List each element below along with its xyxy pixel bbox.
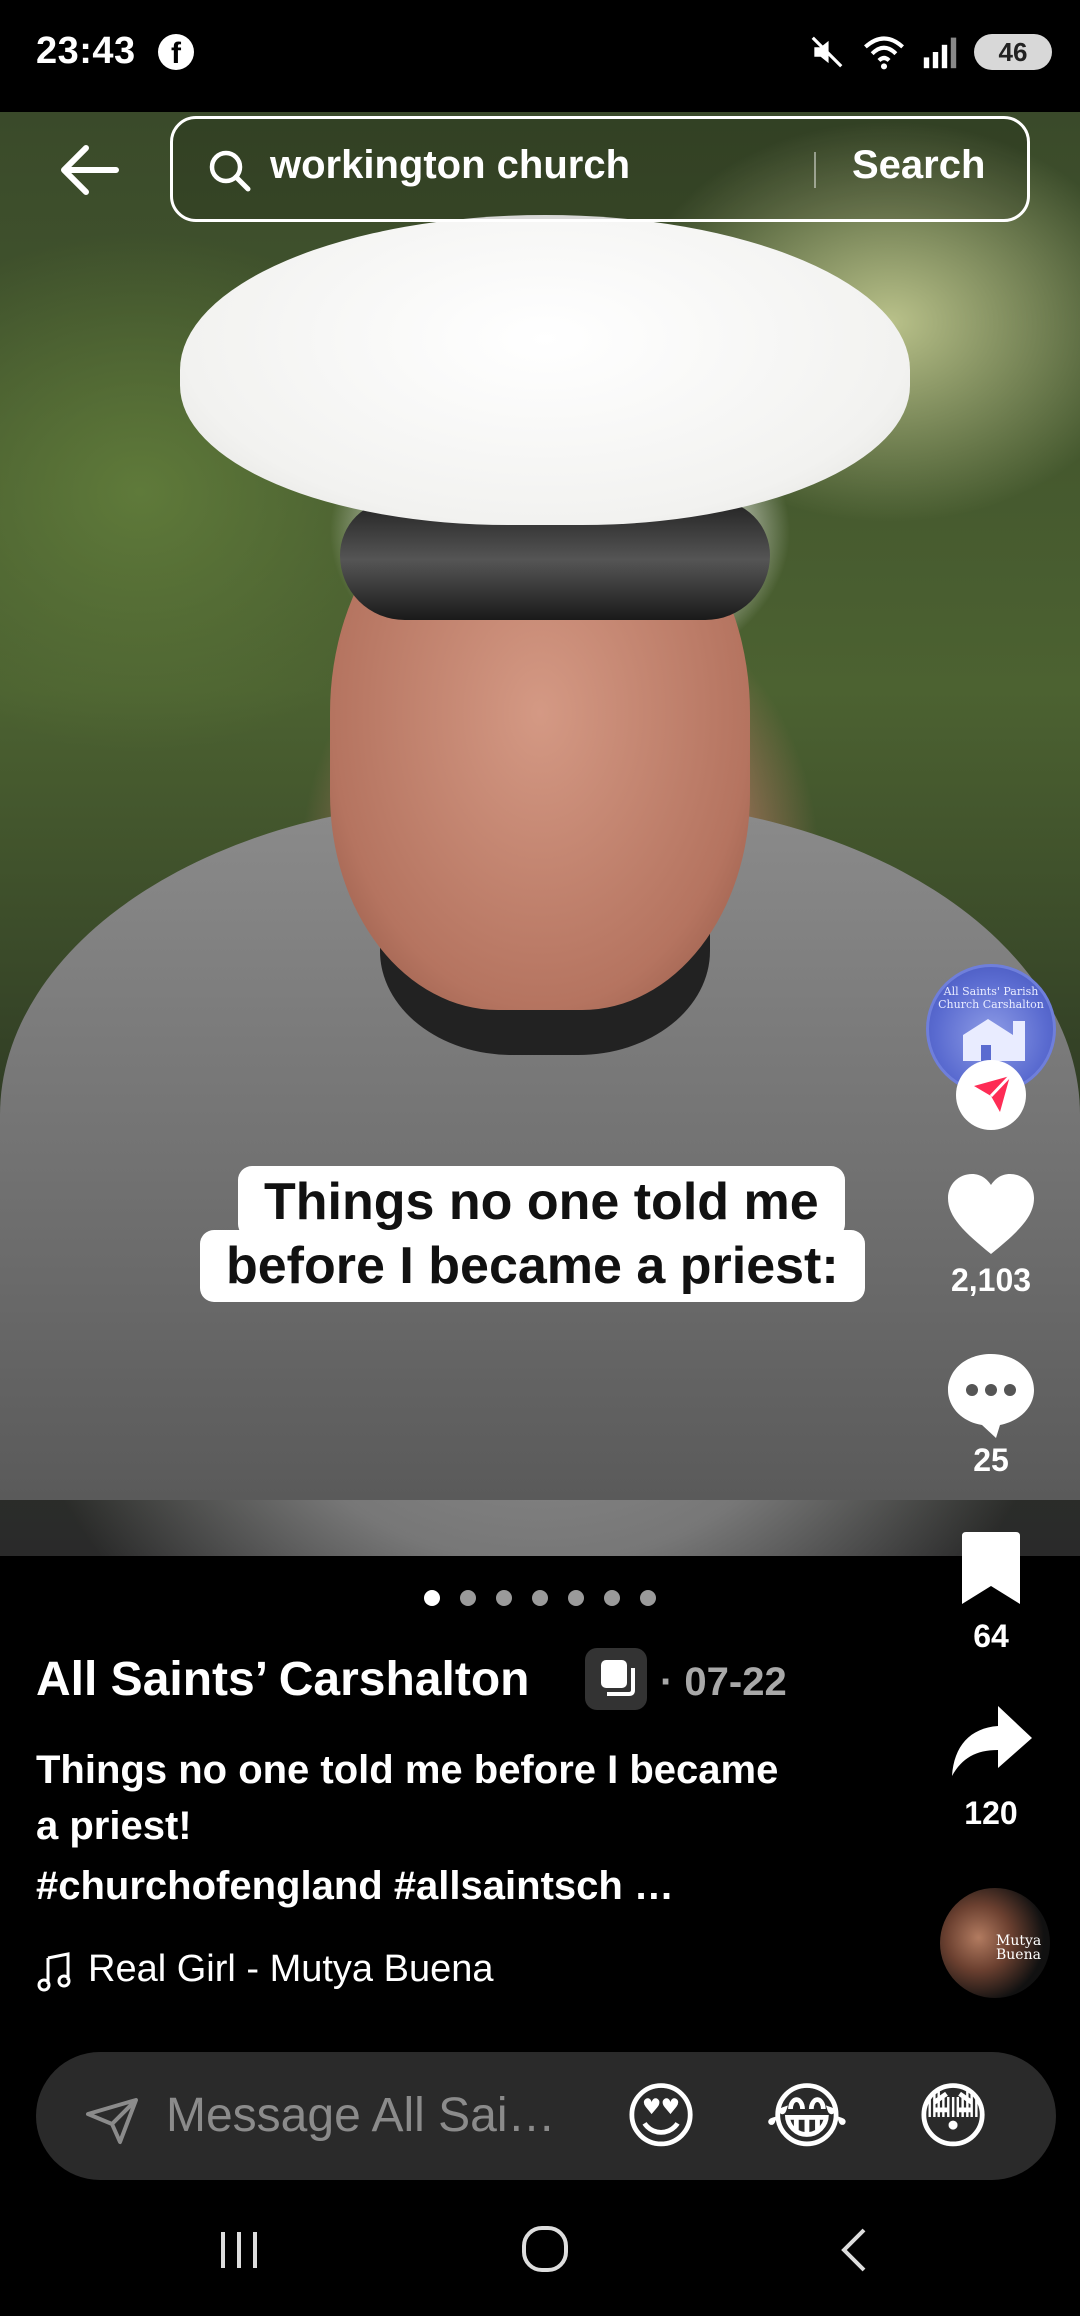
author-name[interactable]: All Saints’ Carshalton [36,1652,529,1707]
carousel-dot [604,1590,620,1606]
post-date: · 07-22 [660,1660,787,1704]
back-nav-icon[interactable] [828,2224,878,2274]
carousel-dot [496,1590,512,1606]
carousel-dot [568,1590,584,1606]
copy-icon [601,1660,635,1696]
message-input[interactable]: Message All Sai… [166,2088,556,2143]
search-divider [814,152,816,188]
mute-icon [811,36,843,68]
follow-button[interactable] [956,1060,1026,1130]
video-caption-line-1: Things no one told me [238,1166,845,1238]
wifi-icon [864,36,904,70]
church-illustration-icon [963,1019,1025,1061]
carousel-dot [424,1590,440,1606]
search-icon [209,150,251,192]
search-button[interactable]: Search [852,143,985,188]
post-hashtags[interactable]: #churchofengland #allsaintsch … [36,1864,674,1909]
video-figure-hat [180,215,910,525]
music-disc[interactable]: Mutya Buena [940,1888,1050,1998]
send-icon[interactable] [84,2096,140,2146]
music-title[interactable]: Real Girl - Mutya Buena [88,1948,494,1991]
status-time: 23:43 [36,30,136,72]
carousel-dot [532,1590,548,1606]
battery-indicator: 46 [974,34,1052,70]
emoji-heart-eyes-button[interactable]: 😍 [618,2074,704,2160]
emoji-laughing-button[interactable]: 😂 [764,2074,850,2160]
recent-apps-icon[interactable] [215,2224,265,2274]
send-arrow-icon [974,1074,1012,1112]
avatar-label: All Saints' Parish Church Carshalton [938,985,1044,1011]
bookmark-icon[interactable] [958,1530,1024,1606]
music-note-icon [37,1952,71,1992]
share-arrow-icon[interactable] [948,1702,1034,1780]
music-disc-label: Mutya Buena [996,1933,1042,1963]
comment-bubble-icon[interactable] [944,1350,1038,1440]
carousel-page-indicator [424,1590,656,1606]
facebook-notification-icon: f [158,34,194,70]
save-count: 64 [973,1618,1009,1654]
like-heart-icon[interactable] [944,1172,1038,1258]
share-count: 120 [964,1795,1018,1831]
signal-icon [923,37,957,69]
status-icons: 46 [808,30,1052,74]
carousel-dot [640,1590,656,1606]
emoji-flushed-button[interactable]: 😳 [910,2074,996,2160]
carousel-dot [460,1590,476,1606]
like-count: 2,103 [950,1262,1032,1298]
post-description[interactable]: Things no one told me before I became a … [36,1742,796,1854]
search-input[interactable]: workington church [270,143,630,188]
video-caption-line-2: before I became a priest: [200,1230,865,1302]
home-icon[interactable] [520,2224,570,2274]
comment-count: 25 [973,1442,1009,1478]
author-badge [585,1648,647,1710]
back-arrow-icon[interactable] [56,140,126,200]
